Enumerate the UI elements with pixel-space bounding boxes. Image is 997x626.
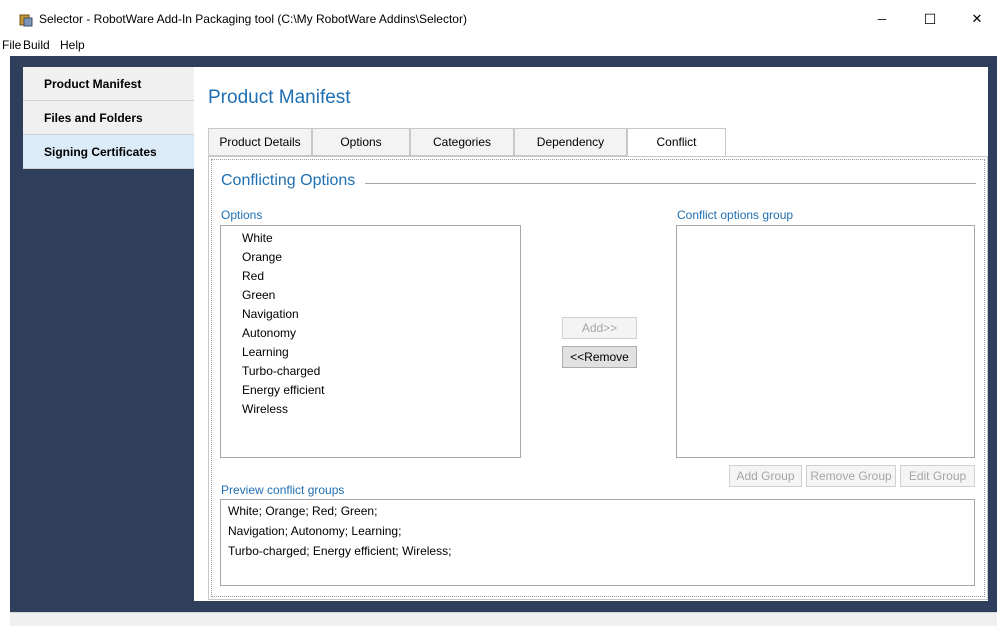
remove-button[interactable]: <<Remove — [562, 346, 637, 368]
sidebar-item-label: Product Manifest — [44, 77, 142, 91]
tab-dependency[interactable]: Dependency — [514, 128, 627, 156]
tab-product-details[interactable]: Product Details — [208, 128, 312, 156]
list-item[interactable]: Autonomy — [242, 326, 296, 340]
edit-group-button[interactable]: Edit Group — [900, 465, 975, 487]
app-icon — [19, 14, 33, 27]
section-title: Conflicting Options — [221, 172, 356, 189]
sidebar-item-product-manifest[interactable]: Product Manifest — [23, 67, 194, 101]
conflict-group-label: Conflict options group — [677, 208, 794, 222]
minimize-icon: ─ — [877, 12, 887, 26]
list-item[interactable]: Turbo-charged — [242, 364, 320, 378]
preview-textbox[interactable]: White; Orange; Red; Green; Navigation; A… — [220, 499, 975, 586]
menu-help[interactable]: Help — [60, 38, 85, 52]
tab-options[interactable]: Options — [312, 128, 410, 156]
title-bar: Selector - RobotWare Add-In Packaging to… — [0, 0, 997, 34]
list-item[interactable]: White — [242, 231, 273, 245]
menu-bar: File Build Help — [0, 34, 997, 56]
status-bar — [10, 612, 997, 626]
list-item[interactable]: Green — [242, 288, 275, 302]
maximize-icon: ☐ — [923, 10, 937, 27]
add-button[interactable]: Add>> — [562, 317, 637, 339]
list-item[interactable]: Navigation — [242, 307, 299, 321]
tab-label: Options — [340, 135, 382, 149]
sidebar-item-label: Files and Folders — [44, 111, 143, 125]
close-icon: ✕ — [971, 11, 983, 26]
page-title: Product Manifest — [208, 87, 351, 108]
sidebar-item-label: Signing Certificates — [44, 145, 157, 159]
close-button[interactable]: ✕ — [962, 8, 992, 30]
options-label: Options — [221, 208, 263, 222]
maximize-button[interactable]: ☐ — [915, 8, 945, 30]
sidebar-item-files-and-folders[interactable]: Files and Folders — [23, 101, 194, 135]
window-title: Selector - RobotWare Add-In Packaging to… — [39, 12, 467, 26]
options-listbox[interactable]: White Orange Red Green Navigation Autono… — [220, 225, 521, 458]
tab-label: Conflict — [656, 135, 697, 149]
preview-label: Preview conflict groups — [221, 483, 345, 497]
tab-label: Dependency — [536, 135, 605, 149]
list-item[interactable]: Red — [242, 269, 264, 283]
add-group-button[interactable]: Add Group — [729, 465, 802, 487]
sidebar-item-signing-certificates[interactable]: Signing Certificates — [23, 135, 194, 169]
tab-label: Categories — [432, 135, 492, 149]
minimize-button[interactable]: ─ — [867, 8, 897, 30]
preview-line: Navigation; Autonomy; Learning; — [228, 524, 402, 538]
preview-line: White; Orange; Red; Green; — [228, 504, 378, 518]
list-item[interactable]: Learning — [242, 345, 289, 359]
menu-build[interactable]: Build — [23, 38, 50, 52]
tab-label: Product Details — [219, 135, 301, 149]
tab-categories[interactable]: Categories — [410, 128, 514, 156]
conflict-group-listbox[interactable] — [676, 225, 975, 458]
list-item[interactable]: Energy efficient — [242, 383, 325, 397]
list-item[interactable]: Wireless — [242, 402, 288, 416]
list-item[interactable]: Orange — [242, 250, 282, 264]
remove-group-button[interactable]: Remove Group — [806, 465, 896, 487]
tab-conflict[interactable]: Conflict — [627, 128, 726, 157]
preview-line: Turbo-charged; Energy efficient; Wireles… — [228, 544, 452, 558]
menu-file[interactable]: File — [2, 38, 21, 52]
section-divider — [365, 183, 976, 184]
